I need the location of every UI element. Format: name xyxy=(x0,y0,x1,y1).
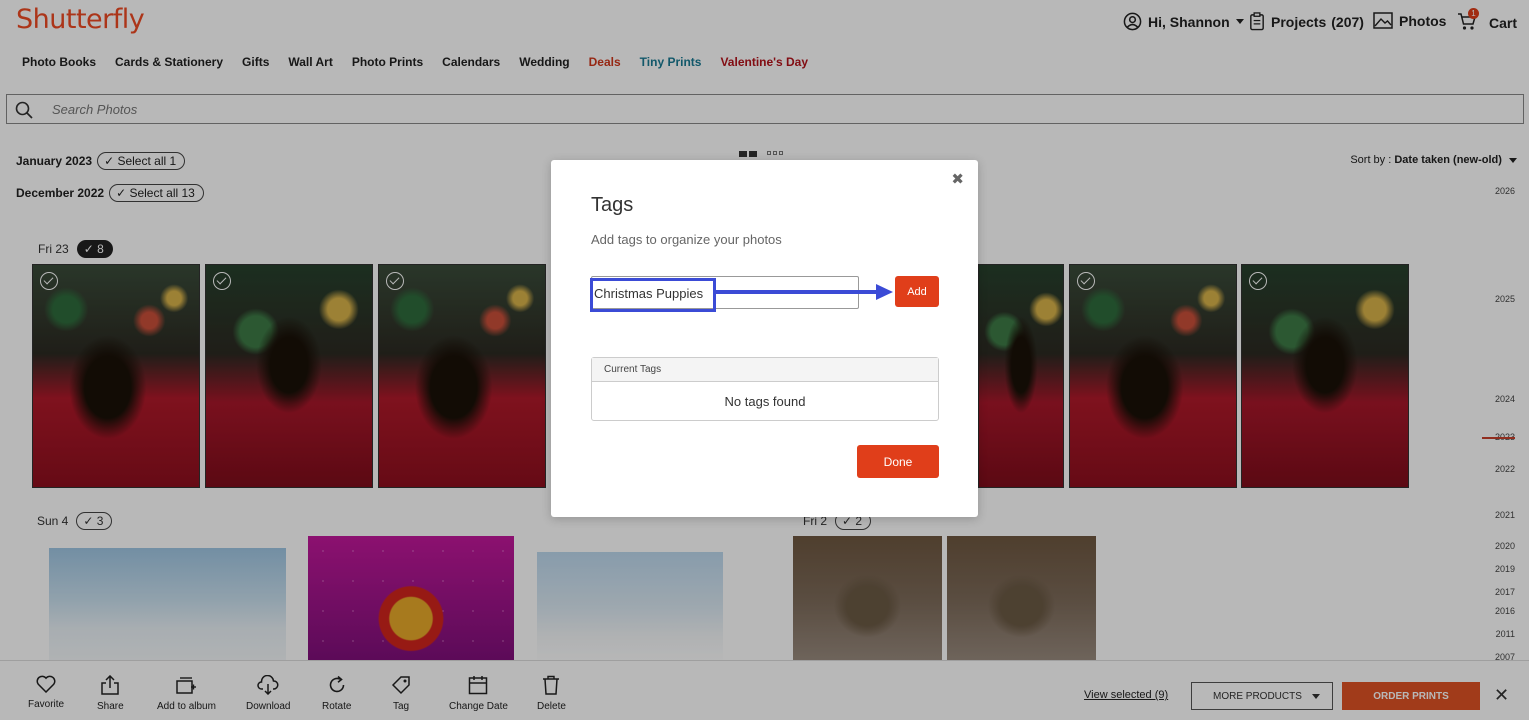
done-button[interactable]: Done xyxy=(857,445,939,478)
annotation-highlight-box xyxy=(590,278,716,312)
current-tags-panel: Current Tags No tags found xyxy=(591,357,939,421)
dialog-title: Tags xyxy=(591,194,634,216)
current-tags-header: Current Tags xyxy=(592,358,938,382)
dialog-subtitle: Add tags to organize your photos xyxy=(591,232,782,247)
annotation-arrow-icon xyxy=(716,284,893,300)
add-tag-button[interactable]: Add xyxy=(895,276,939,307)
tags-dialog: ✖ Tags Add tags to organize your photos … xyxy=(551,160,978,517)
empty-tags-message: No tags found xyxy=(724,393,806,409)
close-icon[interactable]: ✖ xyxy=(951,170,964,188)
